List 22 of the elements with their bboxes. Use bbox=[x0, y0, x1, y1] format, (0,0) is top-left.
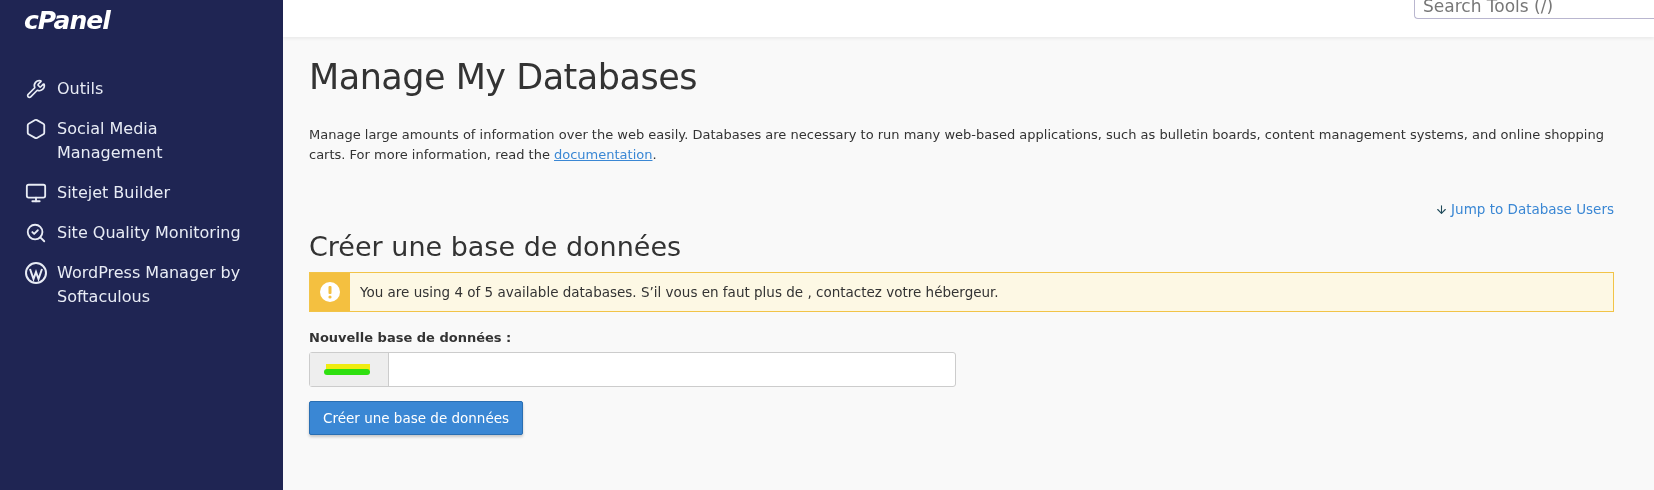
cpanel-logo[interactable]: cPanel bbox=[24, 6, 110, 35]
sidebar-item[interactable]: Sitejet Builder bbox=[24, 181, 254, 205]
jump-link[interactable]: Jump to Database Users bbox=[1435, 201, 1614, 217]
sidebar-item[interactable]: Outils bbox=[24, 77, 254, 101]
sidebar-item[interactable]: Site Quality Monitoring bbox=[24, 221, 254, 245]
create-database-button[interactable]: Créer une base de données bbox=[309, 401, 524, 435]
database-name-field[interactable] bbox=[309, 352, 956, 387]
field-label: Nouvelle base de données : bbox=[309, 330, 513, 345]
arrow-down-icon bbox=[1435, 202, 1449, 216]
sidebar-item[interactable]: WordPress Manager by Softaculous bbox=[24, 261, 254, 309]
documentation-link[interactable]: documentation bbox=[554, 147, 653, 162]
sidebar-item[interactable]: Social Media Management bbox=[24, 117, 254, 165]
description-text: Manage large amounts of information over the web easily. Databases are necessary to run many web-based applications, such as bulletin boards, content management systems, and online shopping carts. For more information, read the documentation. bbox=[309, 126, 1605, 164]
monitor-icon bbox=[25, 182, 47, 204]
alert-text: You are using 4 of 5 available databases. S’il vous en faut plus de , contactez votre hébergeur. bbox=[359, 284, 999, 300]
hexagon-icon bbox=[25, 118, 47, 140]
exclamation-icon bbox=[319, 281, 341, 303]
section-title: Créer une base de données bbox=[309, 231, 683, 262]
wordpress-icon bbox=[25, 262, 47, 284]
page-title: Manage My Databases bbox=[309, 57, 698, 97]
magnifier-check-icon bbox=[25, 222, 47, 244]
tools-icon bbox=[26, 79, 46, 99]
